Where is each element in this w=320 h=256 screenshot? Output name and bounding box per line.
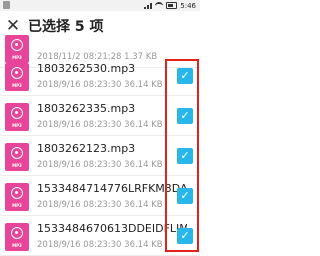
wifi-icon — [155, 1, 164, 10]
status-time: 5:46 — [180, 1, 196, 10]
signal-icon — [144, 2, 153, 9]
file-meta: 2018/9/16 08:23:30 36.14 KB — [37, 120, 163, 130]
mp3-file-icon: MP3 — [5, 143, 29, 171]
file-meta: 2018/9/16 08:23:30 36.14 KB — [37, 240, 163, 250]
mp3-file-icon: MP3 — [5, 183, 29, 211]
file-meta: 2018/9/16 08:23:30 36.14 KB — [37, 80, 163, 90]
battery-icon — [166, 2, 178, 9]
highlight-frame — [165, 59, 199, 252]
notification-icon — [3, 1, 10, 9]
mp3-file-icon: MP3 — [5, 103, 29, 131]
file-meta: 2018/9/16 08:23:30 36.14 KB — [37, 160, 163, 170]
status-indicators: 5:46 — [144, 0, 196, 11]
mp3-file-icon: MP3 — [5, 223, 29, 251]
status-bar: 5:46 — [0, 0, 200, 11]
mp3-file-icon: MP3 — [5, 63, 29, 91]
file-meta: 2018/9/16 08:23:30 36.14 KB — [37, 200, 163, 210]
